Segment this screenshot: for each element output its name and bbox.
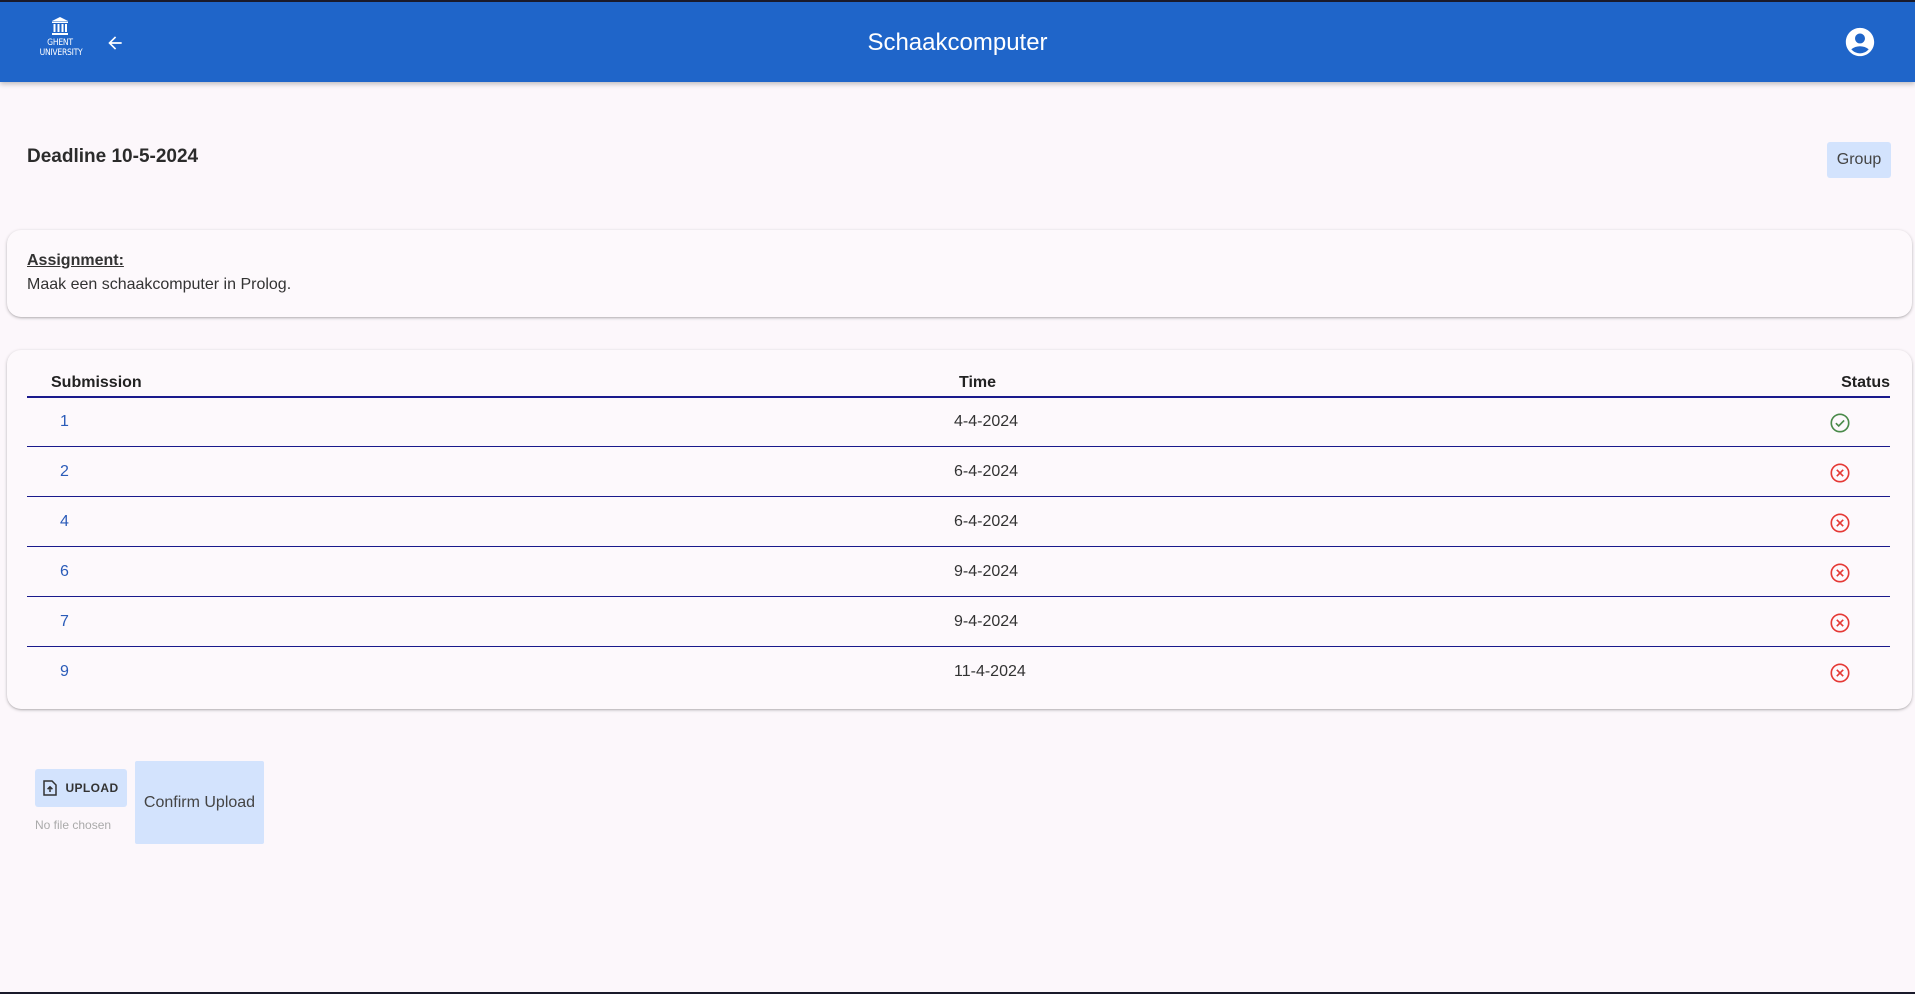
header-status: Status <box>1841 374 1890 391</box>
table-row[interactable]: 2 6-4-2024 <box>27 448 1890 497</box>
header-submission: Submission <box>51 374 142 391</box>
submission-time: 6-4-2024 <box>954 513 1019 530</box>
cancel-circle-icon <box>1830 463 1850 483</box>
assignment-card: Assignment: Maak een schaakcomputer in P… <box>7 230 1912 317</box>
cancel-circle-icon <box>1830 563 1850 583</box>
submission-time: 11-4-2024 <box>954 663 1026 680</box>
cancel-circle-icon <box>1830 613 1850 633</box>
account-circle-icon <box>1845 27 1875 57</box>
table-row[interactable]: 4 6-4-2024 <box>27 498 1890 547</box>
submissions-table: Submission Time Status 1 4-4-2024 2 6-4-… <box>7 350 1912 709</box>
deadline: Deadline 10-5-2024 <box>27 146 198 168</box>
check-circle-icon <box>1830 413 1850 433</box>
submission-time: 9-4-2024 <box>954 563 1019 580</box>
assignment-label: Assignment: <box>27 252 124 269</box>
file-status: No file chosen <box>35 818 112 832</box>
file-upload-icon <box>43 780 58 796</box>
upload-button-label: UPLOAD <box>65 781 119 795</box>
submission-link[interactable]: 6 <box>60 563 69 581</box>
assignment-description: Maak een schaakcomputer in Prolog. <box>27 276 292 293</box>
deadline-label: Deadline <box>27 146 107 167</box>
cancel-circle-icon <box>1830 663 1850 683</box>
submission-link[interactable]: 2 <box>60 463 69 481</box>
account-button[interactable] <box>1843 25 1877 59</box>
confirm-upload-button[interactable]: Confirm Upload <box>135 761 264 844</box>
table-header: Submission Time Status <box>27 372 1890 398</box>
page-title: Schaakcomputer <box>867 29 1048 56</box>
table-row[interactable]: 9 11-4-2024 <box>27 648 1890 697</box>
submission-time: 4-4-2024 <box>954 413 1019 430</box>
submission-link[interactable]: 7 <box>60 613 69 631</box>
group-button[interactable]: Group <box>1827 142 1891 178</box>
submission-link[interactable]: 9 <box>60 663 69 681</box>
submission-time: 6-4-2024 <box>954 463 1019 480</box>
submission-link[interactable]: 4 <box>60 513 69 531</box>
cancel-circle-icon <box>1830 513 1850 533</box>
table-row[interactable]: 1 4-4-2024 <box>27 398 1890 447</box>
submission-link[interactable]: 1 <box>60 413 69 431</box>
table-row[interactable]: 7 9-4-2024 <box>27 598 1890 647</box>
submission-time: 9-4-2024 <box>954 613 1019 630</box>
header-time: Time <box>959 374 997 391</box>
app-bar: GHENT UNIVERSITY Schaakcomputer <box>0 0 1915 82</box>
deadline-value: 10-5-2024 <box>111 146 199 167</box>
upload-button[interactable]: UPLOAD <box>35 769 127 807</box>
table-row[interactable]: 6 9-4-2024 <box>27 548 1890 597</box>
